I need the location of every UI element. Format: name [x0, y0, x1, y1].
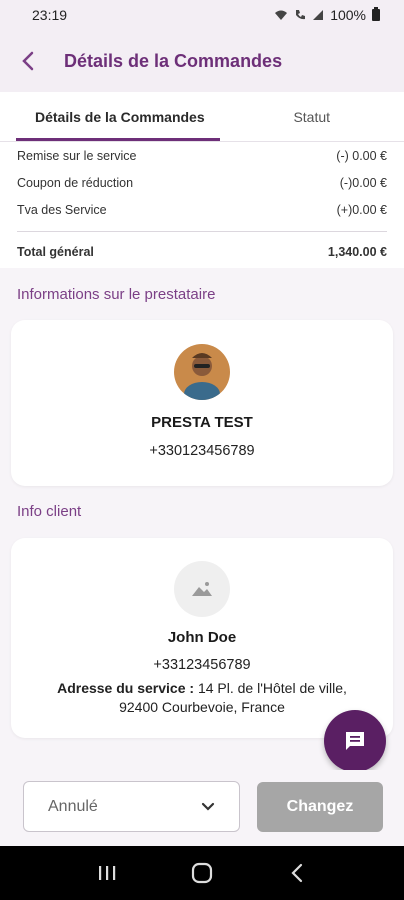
system-nav-bar	[0, 846, 404, 900]
client-address: Adresse du service : 14 Pl. de l'Hôtel d…	[11, 679, 393, 717]
address-line1: 14 Pl. de l'Hôtel de ville,	[197, 680, 347, 696]
wifi-icon	[275, 10, 288, 20]
system-back-button[interactable]	[282, 858, 312, 888]
price-summary: Remise sur le service (-) 0.00 € Coupon …	[0, 142, 404, 268]
provider-name: PRESTA TEST	[151, 414, 253, 431]
provider-section-title: Informations sur le prestataire	[17, 286, 216, 303]
summary-row: Remise sur le service (-) 0.00 €	[17, 142, 387, 169]
summary-label: Coupon de réduction	[17, 175, 134, 190]
signal-icon	[313, 10, 324, 20]
back-arrow-icon	[291, 863, 302, 883]
status-icons: 100%	[274, 7, 380, 23]
summary-value: (+)0.00 €	[336, 202, 387, 217]
total-value: 1,340.00 €	[327, 245, 387, 259]
person-avatar-icon	[174, 344, 230, 400]
client-name: John Doe	[167, 629, 237, 646]
client-avatar	[174, 561, 230, 617]
provider-avatar	[174, 344, 230, 400]
summary-label: Remise sur le service	[17, 148, 137, 163]
status-bar: 23:19 100%	[0, 0, 404, 30]
recents-icon	[99, 866, 116, 880]
address-label: Adresse du service :	[57, 680, 195, 696]
page-title: Détails de la Commandes	[64, 50, 283, 71]
recent-apps-button[interactable]	[92, 858, 122, 888]
chevron-down-icon	[201, 802, 215, 811]
summary-value: (-)0.00 €	[339, 175, 387, 190]
home-icon	[191, 862, 213, 884]
app-bar: Détails de la Commandes	[0, 30, 404, 92]
tab-bar: Détails de la Commandes Statut	[0, 92, 404, 142]
total-label: Total général	[17, 245, 94, 259]
client-phone: +33123456789	[153, 657, 251, 673]
divider	[17, 231, 387, 232]
battery-percent: 100%	[330, 7, 366, 23]
chevron-left-icon	[22, 51, 34, 71]
call-icon	[296, 10, 306, 20]
chat-icon	[346, 732, 364, 750]
status-select-value: Annulé	[48, 797, 98, 815]
home-button[interactable]	[187, 858, 217, 888]
summary-row: Tva des Service (+)0.00 €	[17, 196, 387, 223]
status-select[interactable]: Annulé	[23, 781, 240, 832]
provider-card: PRESTA TEST +330123456789	[11, 320, 393, 486]
address-line2: 92400 Courbevoie, France	[119, 699, 285, 715]
image-placeholder-icon	[192, 582, 212, 596]
summary-row: Coupon de réduction (-)0.00 €	[17, 169, 387, 196]
chat-button[interactable]	[324, 710, 386, 772]
back-button[interactable]	[4, 37, 52, 85]
client-section-title: Info client	[17, 503, 82, 520]
tab-status[interactable]: Statut	[220, 92, 404, 141]
status-time: 23:19	[32, 7, 68, 23]
change-button[interactable]: Changez	[257, 782, 383, 832]
bottom-action-bar: Annulé Changez	[0, 770, 404, 846]
total-row: Total général 1,340.00 €	[17, 236, 387, 268]
tab-order-details[interactable]: Détails de la Commandes	[0, 92, 220, 141]
battery-icon	[372, 7, 380, 21]
summary-value: (-) 0.00 €	[336, 148, 387, 163]
summary-label: Tva des Service	[17, 202, 107, 217]
client-card: John Doe +33123456789 Adresse du service…	[11, 538, 393, 738]
provider-phone: +330123456789	[149, 443, 255, 459]
